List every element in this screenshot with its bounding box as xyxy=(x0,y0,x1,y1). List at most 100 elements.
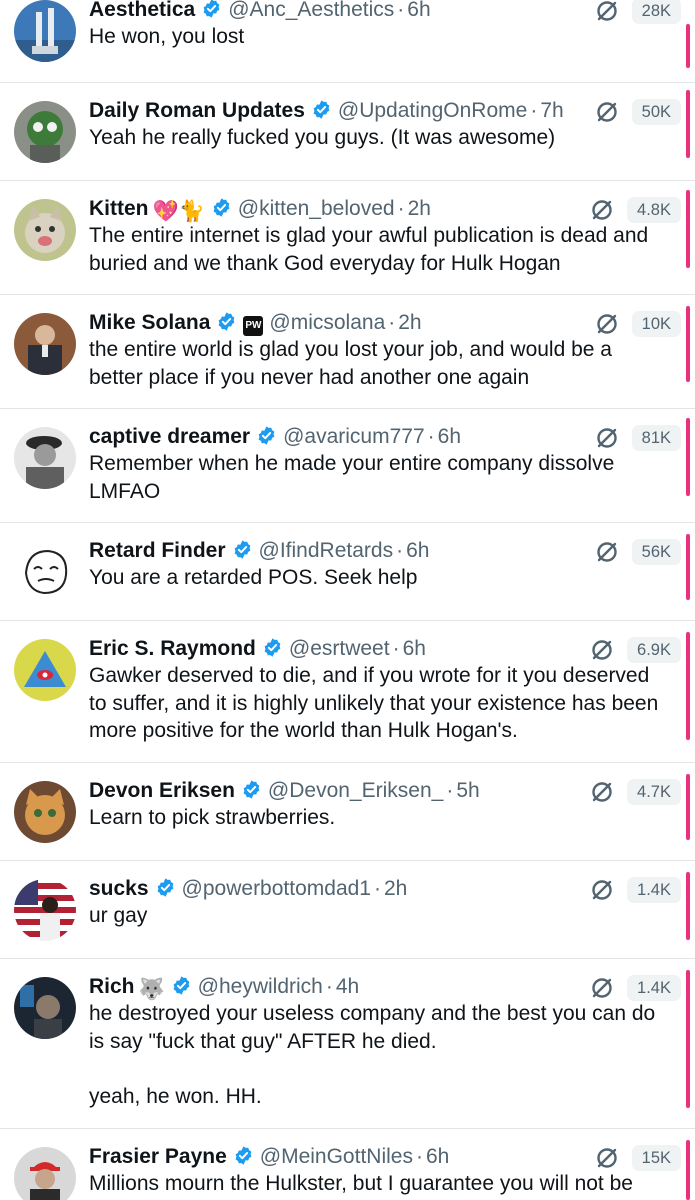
accent-bar xyxy=(686,90,690,158)
views-count-pill[interactable]: 1.4K xyxy=(627,975,681,1001)
reply-text: he destroyed your useless company and th… xyxy=(89,1002,656,1108)
accent-bar xyxy=(686,190,690,268)
avatar[interactable] xyxy=(14,0,76,62)
reply-row[interactable]: Kitten 💖🐈 @kitten_beloved · 2h The entire int… xyxy=(0,181,695,295)
no-entry-icon[interactable] xyxy=(594,425,620,451)
handle[interactable]: @powerbottomdad1 xyxy=(182,877,371,900)
handle[interactable]: @Devon_Eriksen_ xyxy=(268,779,443,802)
views-count-pill[interactable]: 1.4K xyxy=(627,877,681,903)
reply-header: captive dreamer @avaricum777 · 6h xyxy=(89,423,595,451)
handle[interactable]: @IfindRetards xyxy=(259,539,394,562)
no-entry-icon[interactable] xyxy=(589,975,615,1001)
reply-header: Daily Roman Updates @UpdatingOnRome · 7h xyxy=(89,97,595,125)
reply-row[interactable]: Devon Eriksen @Devon_Eriksen_ · 5h Learn to … xyxy=(0,763,695,861)
reply-row[interactable]: sucks @powerbottomdad1 · 2h ur gay 1.4K xyxy=(0,861,695,959)
views-count-pill[interactable]: 6.9K xyxy=(627,637,681,663)
no-entry-icon[interactable] xyxy=(589,197,615,223)
avatar[interactable] xyxy=(14,879,76,941)
separator-dot: · xyxy=(325,975,333,998)
no-entry-icon[interactable] xyxy=(589,637,615,663)
no-entry-icon[interactable] xyxy=(589,877,615,903)
separator-dot: · xyxy=(446,779,454,802)
reply-row[interactable]: Eric S. Raymond @esrtweet · 6h Gawker deserv… xyxy=(0,621,695,763)
views-count-pill[interactable]: 4.8K xyxy=(627,197,681,223)
reply-text: Gawker deserved to die, and if you wrote… xyxy=(89,664,659,742)
timestamp[interactable]: 6h xyxy=(403,637,426,660)
display-name[interactable]: sucks xyxy=(89,877,149,900)
reply-row[interactable]: Retard Finder @IfindRetards · 6h You are a r… xyxy=(0,523,695,621)
avatar[interactable] xyxy=(14,781,76,843)
timestamp[interactable]: 6h xyxy=(426,1145,449,1168)
timestamp[interactable]: 2h xyxy=(398,311,421,334)
no-entry-icon[interactable] xyxy=(594,0,620,24)
reply-row[interactable]: Rich 🐺 @heywildrich · 4h he destroyed your us… xyxy=(0,959,695,1129)
display-name[interactable]: Retard Finder xyxy=(89,539,226,562)
timestamp[interactable]: 6h xyxy=(407,0,430,21)
avatar[interactable] xyxy=(14,199,76,261)
views-count-pill[interactable]: 56K xyxy=(631,539,681,565)
separator-dot: · xyxy=(427,425,435,448)
no-entry-icon[interactable] xyxy=(594,99,620,125)
no-entry-icon[interactable] xyxy=(589,779,615,805)
handle[interactable]: @UpdatingOnRome xyxy=(338,99,527,122)
name-emoji: 🐺 xyxy=(138,978,165,1001)
timestamp[interactable]: 7h xyxy=(540,99,563,122)
reply-text: the entire world is glad you lost your j… xyxy=(89,338,612,389)
views-count-pill[interactable]: 15K xyxy=(631,1145,681,1171)
display-name[interactable]: Kitten xyxy=(89,197,149,220)
timestamp[interactable]: 2h xyxy=(384,877,407,900)
display-name[interactable]: Rich xyxy=(89,975,135,998)
reply-text: Learn to pick strawberries. xyxy=(89,806,336,829)
avatar[interactable] xyxy=(14,1147,76,1200)
separator-dot: · xyxy=(530,99,538,122)
display-name[interactable]: Devon Eriksen xyxy=(89,779,235,802)
handle[interactable]: @kitten_beloved xyxy=(238,197,395,220)
display-name[interactable]: captive dreamer xyxy=(89,425,250,448)
handle[interactable]: @MeinGottNiles xyxy=(260,1145,413,1168)
name-emoji: 💖🐈 xyxy=(152,200,205,223)
reply-text: Yeah he really fucked you guys. (It was … xyxy=(89,126,556,149)
avatar[interactable] xyxy=(14,427,76,489)
reply-row[interactable]: Mike Solana PW @micsolana · 2h the entire wor… xyxy=(0,295,695,409)
avatar[interactable] xyxy=(14,101,76,163)
reply-row[interactable]: captive dreamer @avaricum777 · 6h Remember w… xyxy=(0,409,695,523)
accent-bar xyxy=(686,774,690,840)
verified-badge-icon xyxy=(232,539,253,560)
reply-row[interactable]: Daily Roman Updates @UpdatingOnRome · 7h Yea… xyxy=(0,83,695,181)
display-name[interactable]: Eric S. Raymond xyxy=(89,637,256,660)
views-count-pill[interactable]: 10K xyxy=(631,311,681,337)
timestamp[interactable]: 6h xyxy=(438,425,461,448)
timestamp[interactable]: 6h xyxy=(406,539,429,562)
display-name[interactable]: Mike Solana xyxy=(89,311,210,334)
no-entry-icon[interactable] xyxy=(594,539,620,565)
reply-row[interactable]: Frasier Payne @MeinGottNiles · 6h Millions m… xyxy=(0,1129,695,1200)
display-name[interactable]: Frasier Payne xyxy=(89,1145,227,1168)
avatar[interactable] xyxy=(14,639,76,701)
handle[interactable]: @Anc_Aesthetics xyxy=(228,0,394,21)
display-name[interactable]: Aesthetica xyxy=(89,0,195,21)
timestamp[interactable]: 4h xyxy=(336,975,359,998)
handle[interactable]: @esrtweet xyxy=(289,637,390,660)
avatar[interactable] xyxy=(14,541,76,603)
verified-badge-icon xyxy=(241,779,262,800)
affiliate-badge-icon: PW xyxy=(243,316,264,336)
handle[interactable]: @avaricum777 xyxy=(283,425,425,448)
reply-text: The entire internet is glad your awful p… xyxy=(89,224,649,275)
views-count-pill[interactable]: 81K xyxy=(631,425,681,451)
reply-text: ur gay xyxy=(89,904,148,927)
display-name[interactable]: Daily Roman Updates xyxy=(89,99,305,122)
reply-row[interactable]: Aesthetica @Anc_Aesthetics · 6h He won, you … xyxy=(0,0,695,83)
avatar[interactable] xyxy=(14,313,76,375)
views-count-pill[interactable]: 28K xyxy=(631,0,681,24)
verified-badge-icon xyxy=(216,311,237,332)
handle[interactable]: @heywildrich xyxy=(198,975,323,998)
views-count-pill[interactable]: 4.7K xyxy=(627,779,681,805)
avatar[interactable] xyxy=(14,977,76,1039)
no-entry-icon[interactable] xyxy=(594,1145,620,1171)
separator-dot: · xyxy=(392,637,400,660)
views-count-pill[interactable]: 50K xyxy=(631,99,681,125)
no-entry-icon[interactable] xyxy=(594,311,620,337)
timestamp[interactable]: 2h xyxy=(408,197,431,220)
timestamp[interactable]: 5h xyxy=(456,779,479,802)
handle[interactable]: @micsolana xyxy=(269,311,385,334)
